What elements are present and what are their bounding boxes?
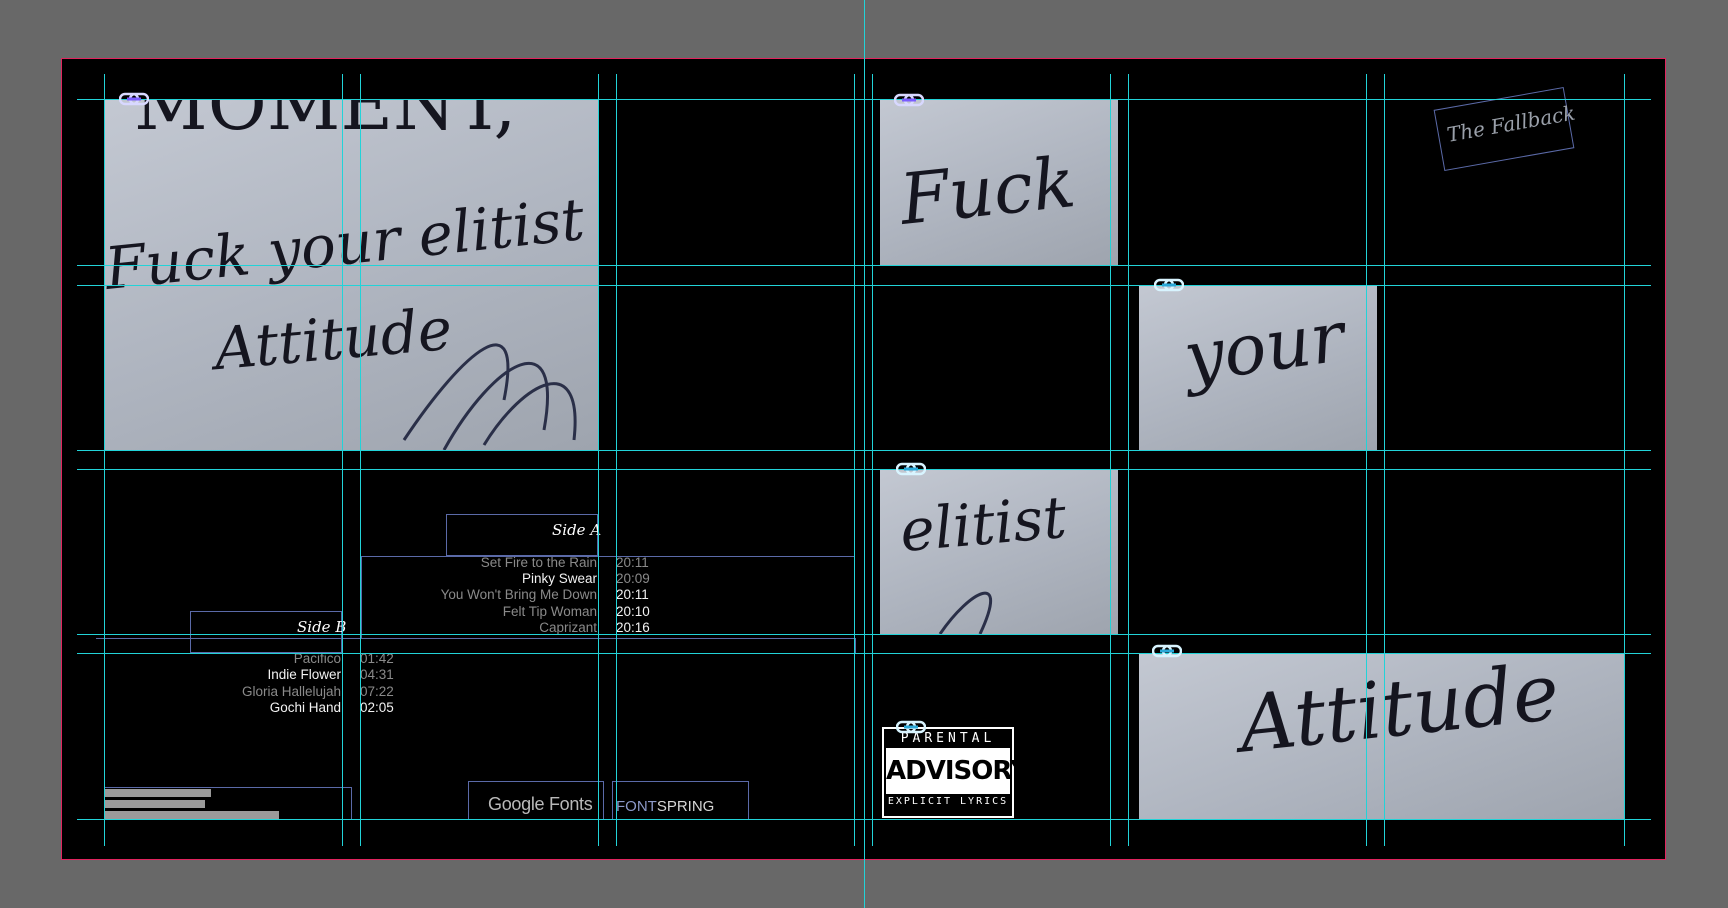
link-icon[interactable] — [1152, 644, 1182, 658]
side-a-track-5-title: Caprizant — [539, 620, 597, 635]
row-guide — [77, 285, 1651, 286]
side-b-tracklist-frame[interactable] — [96, 638, 856, 654]
side-b-track-2-title: Indie Flower — [267, 667, 341, 682]
photo-your-text: your — [1179, 295, 1350, 399]
row-guide — [77, 819, 1651, 820]
side-a-track-5-time: 20:16 — [616, 620, 650, 635]
advisory-bottom: EXPLICIT LYRICS — [887, 796, 1009, 807]
row-guide — [77, 653, 1651, 654]
barcode-bar-2 — [104, 800, 205, 808]
side-b-track-2-time: 04:31 — [360, 667, 394, 682]
link-icon[interactable] — [896, 462, 926, 476]
column-guide — [1128, 74, 1129, 846]
row-guide — [77, 450, 1651, 451]
google-fonts-logo: Google Fonts — [488, 794, 593, 814]
column-guide — [1624, 74, 1625, 846]
advisory-mid: ADVISORY — [886, 748, 1029, 794]
column-guide — [1366, 74, 1367, 846]
fontspring-logo-part-2: SPRING — [656, 798, 715, 815]
photo-attitude[interactable]: Attitude — [1139, 654, 1624, 819]
parental-advisory-logo[interactable]: PARENTAL ADVISORY EXPLICIT LYRICS — [882, 727, 1029, 818]
photo-cover-main[interactable]: MOMENT, Fuck your elitist Attitude — [104, 100, 599, 450]
link-icon[interactable] — [896, 720, 926, 734]
link-icon[interactable] — [894, 93, 924, 107]
photo-fuck[interactable]: Fuck — [880, 100, 1118, 265]
scribble-lines — [402, 343, 577, 450]
fontspring-logo: FONTSPRING — [616, 798, 714, 815]
row-guide — [77, 99, 1651, 100]
column-guide — [872, 74, 873, 846]
side-a-track-1-time: 20:11 — [616, 555, 649, 570]
photo-attitude-text: Attitude — [1235, 654, 1564, 771]
photo-fuck-text: Fuck — [896, 141, 1080, 241]
barcode-bar-1 — [104, 789, 211, 797]
spine-guide[interactable] — [864, 0, 865, 908]
side-a-track-3-time: 20:11 — [616, 587, 649, 602]
fontspring-logo-part-1: FONT — [616, 798, 657, 815]
row-guide — [77, 634, 1651, 635]
side-a-track-3-title: You Won't Bring Me Down — [440, 587, 597, 602]
column-guide — [854, 74, 855, 846]
column-guide — [104, 74, 105, 846]
side-a-track-1-title: Set Fire to the Rain — [480, 555, 597, 570]
column-guide — [342, 74, 343, 846]
side-a-label: Side A — [552, 521, 602, 539]
column-guide — [1110, 74, 1111, 846]
barcode-bar-3 — [104, 811, 279, 819]
elitist-scribbles — [938, 591, 993, 634]
row-guide — [77, 469, 1651, 470]
column-guide — [360, 74, 361, 846]
link-icon[interactable] — [1154, 278, 1184, 292]
photo-your[interactable]: your — [1139, 286, 1377, 450]
side-a-tracklist-frame[interactable] — [361, 556, 855, 639]
side-b-track-4-title: Gochi Hand — [269, 700, 341, 715]
column-guide — [1384, 74, 1385, 846]
side-b-track-3-title: Gloria Hallelujah — [241, 684, 341, 699]
band-tag-text: The Fallback — [1445, 100, 1577, 147]
side-b-track-4-time: 02:05 — [360, 700, 394, 715]
link-icon[interactable] — [119, 92, 149, 106]
side-b-track-3-time: 07:22 — [360, 684, 394, 699]
photo-elitist[interactable]: elitist — [880, 470, 1118, 634]
advisory-mid-text: ADVISORY — [886, 756, 1029, 786]
side-a-track-4-title: Felt Tip Woman — [502, 604, 597, 619]
side-a-track-4-time: 20:10 — [616, 604, 650, 619]
side-a-track-2-time: 20:09 — [616, 571, 650, 586]
column-guide — [598, 74, 599, 846]
column-guide — [616, 74, 617, 846]
row-guide — [77, 265, 1651, 266]
side-a-track-2-title: Pinky Swear — [521, 571, 597, 586]
